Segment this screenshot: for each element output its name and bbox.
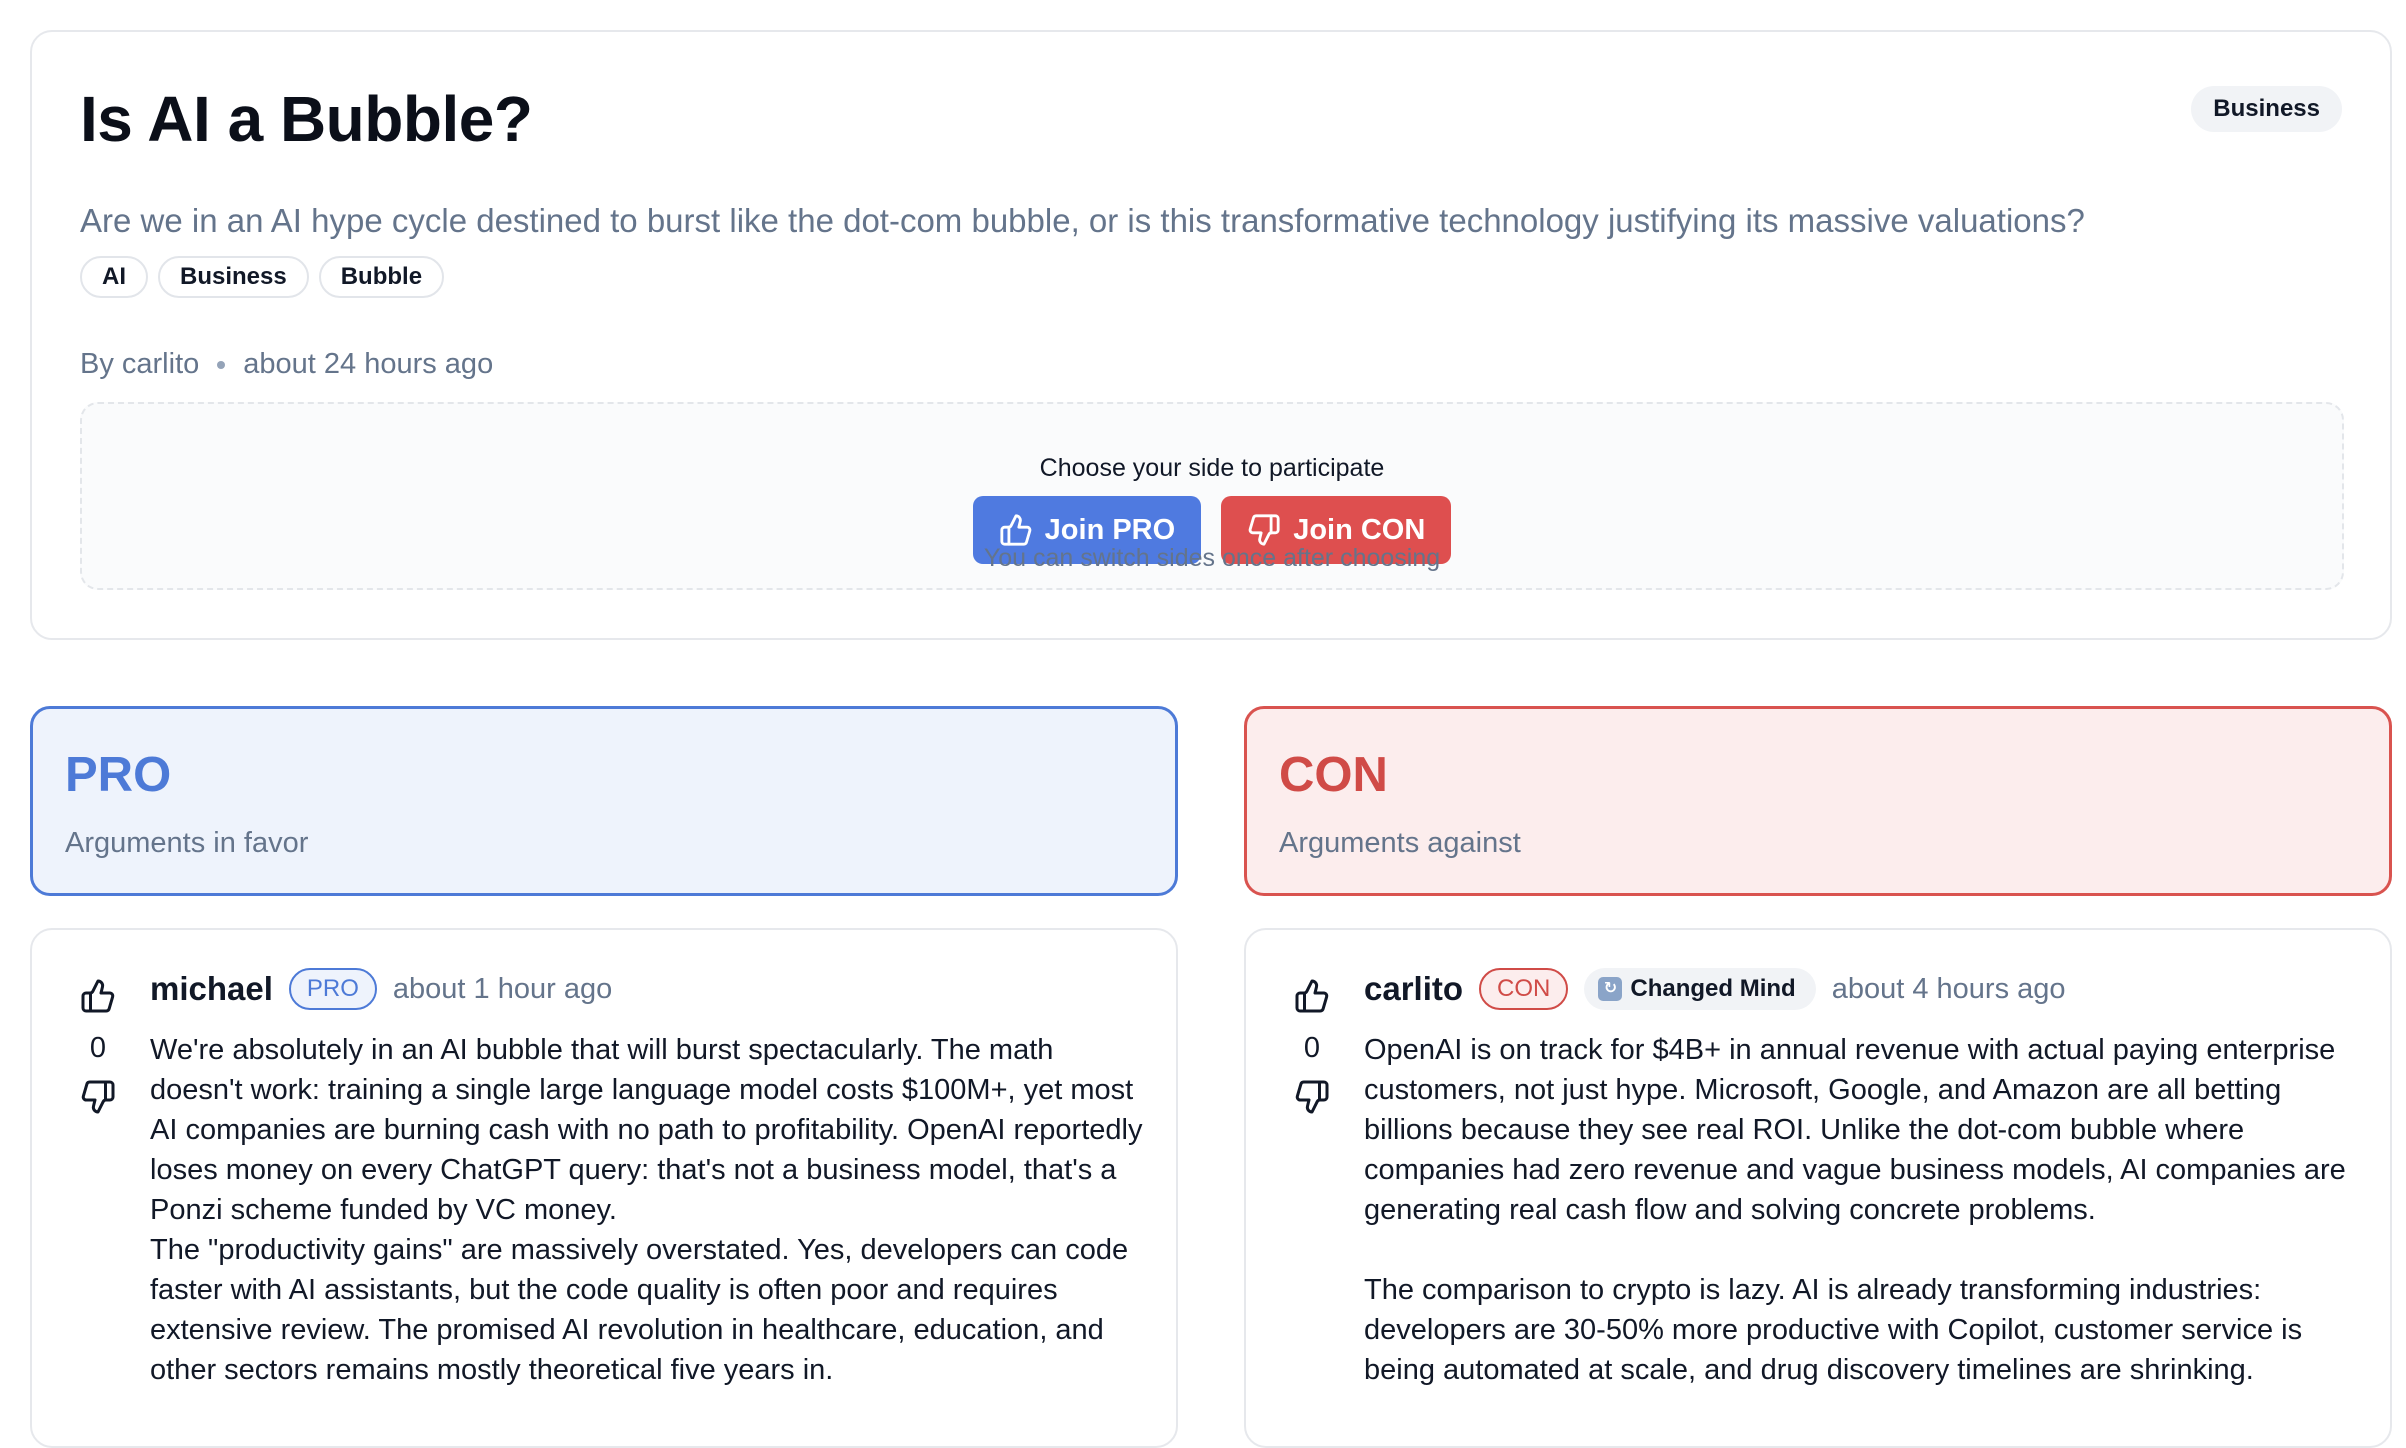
pro-column-header: PRO Arguments in favor — [30, 706, 1178, 896]
tag-ai[interactable]: AI — [80, 256, 148, 298]
con-title: CON — [1279, 748, 1388, 802]
vote-count: 0 — [1303, 1032, 1321, 1064]
argument-time: about 4 hours ago — [1831, 972, 2066, 1005]
con-subtitle: Arguments against — [1279, 827, 1521, 859]
thumbs-down-icon — [1248, 514, 1280, 546]
argument-body: OpenAI is on track for $4B+ in annual re… — [1364, 1030, 2364, 1390]
join-note: You can switch sides once after choosing — [983, 544, 1441, 572]
author-line: By carlito — [80, 348, 200, 380]
tag-business[interactable]: Business — [158, 256, 309, 298]
refresh-icon: ↻ — [1598, 977, 1623, 1001]
join-con-label: Join CON — [1293, 513, 1426, 546]
debate-description: Are we in an AI hype cycle destined to b… — [80, 202, 2085, 239]
argument-author[interactable]: michael — [150, 970, 273, 1008]
argument-paragraph: The "productivity gains" are massively o… — [150, 1234, 1129, 1386]
argument-paragraph: We're absolutely in an AI bubble that wi… — [150, 1034, 1143, 1226]
argument-card-con: 0 carlito CON ↻ Changed Mind about 4 hou… — [1244, 928, 2392, 1448]
side-badge-con: CON — [1479, 968, 1569, 1010]
thumbs-down-icon[interactable] — [80, 1079, 116, 1115]
thumbs-down-icon[interactable] — [1294, 1079, 1330, 1115]
debate-title: Is AI a Bubble? — [80, 83, 533, 155]
argument-author[interactable]: carlito — [1364, 970, 1463, 1008]
argument-paragraph: The comparison to crypto is lazy. AI is … — [1364, 1274, 2303, 1386]
argument-header: carlito CON ↻ Changed Mind about 4 hours… — [1364, 968, 2066, 1010]
tag-bubble[interactable]: Bubble — [318, 256, 445, 298]
join-side-panel: Choose your side to participate Join PRO… — [80, 402, 2344, 590]
pro-title: PRO — [65, 748, 172, 802]
argument-time: about 1 hour ago — [392, 972, 613, 1005]
meta-separator — [217, 360, 226, 369]
vote-controls: 0 — [78, 978, 118, 1115]
argument-card-pro: 0 michael PRO about 1 hour ago We're abs… — [30, 928, 1178, 1448]
changed-mind-badge: ↻ Changed Mind — [1584, 968, 1816, 1010]
argument-body: We're absolutely in an AI bubble that wi… — [150, 1030, 1150, 1390]
thumbs-up-icon[interactable] — [1294, 978, 1330, 1014]
debate-meta: By carlito about 24 hours ago — [80, 348, 493, 381]
category-badge: Business — [2191, 86, 2342, 132]
vote-controls: 0 — [1292, 978, 1332, 1115]
vote-count: 0 — [89, 1032, 107, 1064]
debate-header-card: Is AI a Bubble? Business Are we in an AI… — [30, 30, 2392, 640]
join-title: Choose your side to participate — [1039, 454, 1385, 482]
debate-time: about 24 hours ago — [243, 348, 494, 380]
argument-header: michael PRO about 1 hour ago — [150, 968, 612, 1010]
side-badge-pro: PRO — [288, 968, 377, 1010]
pro-subtitle: Arguments in favor — [65, 827, 309, 859]
thumbs-up-icon — [1000, 514, 1031, 546]
con-column-header: CON Arguments against — [1244, 706, 2392, 896]
argument-paragraph: OpenAI is on track for $4B+ in annual re… — [1364, 1034, 2346, 1226]
changed-mind-label: Changed Mind — [1630, 975, 1796, 1002]
tag-list: AI Business Bubble — [80, 256, 445, 298]
thumbs-up-icon[interactable] — [80, 978, 116, 1014]
join-pro-label: Join PRO — [1044, 513, 1176, 546]
